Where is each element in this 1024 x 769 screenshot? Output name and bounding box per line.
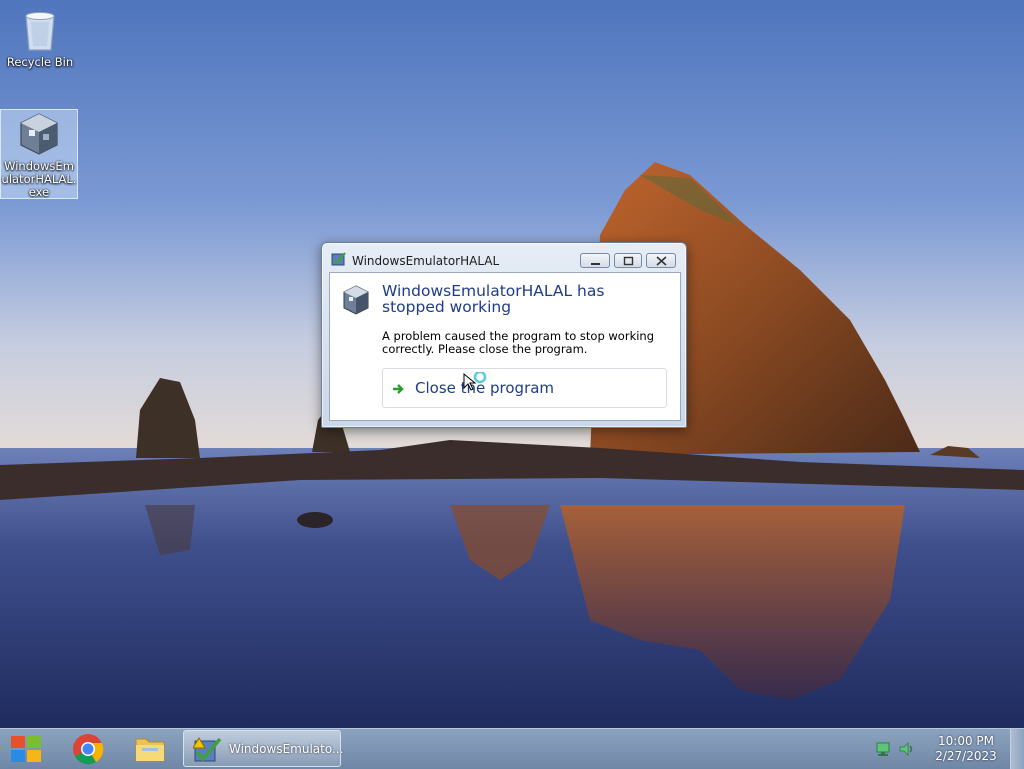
busy-cursor-icon xyxy=(462,370,492,394)
start-button[interactable] xyxy=(8,734,44,764)
volume-icon[interactable] xyxy=(898,741,916,757)
close-icon xyxy=(656,256,667,266)
app-warning-title-icon xyxy=(331,251,347,267)
start-logo-icon xyxy=(11,736,41,762)
maximize-icon xyxy=(623,256,634,266)
show-desktop-button[interactable] xyxy=(1010,729,1024,769)
app-warning-task-icon xyxy=(192,736,223,764)
desktop-icon-recycle-bin[interactable]: Recycle Bin xyxy=(2,6,78,69)
dialog-heading: WindowsEmulatorHALAL has stopped working xyxy=(382,282,605,316)
dialog-title: WindowsEmulatorHALAL xyxy=(352,254,500,268)
close-button[interactable] xyxy=(646,253,676,268)
taskbar: WindowsEmulato... 10:00 PM 2/27/2023 xyxy=(0,728,1024,769)
dialog-titlebar[interactable]: WindowsEmulatorHALAL xyxy=(322,243,686,271)
network-icon[interactable] xyxy=(875,741,891,757)
dialog-content: WindowsEmulatorHALAL has stopped working… xyxy=(329,272,681,421)
file-explorer-icon xyxy=(135,738,165,762)
recycle-bin-icon xyxy=(16,6,64,54)
recycle-bin-label: Recycle Bin xyxy=(6,55,74,69)
dialog-description: A problem caused the program to stop wor… xyxy=(382,329,655,356)
chrome-taskbar-button[interactable] xyxy=(71,733,105,765)
virtualbox-cube-icon xyxy=(15,110,63,158)
chrome-icon xyxy=(73,734,104,765)
virtualbox-cube-icon xyxy=(342,284,370,316)
windowsemulatorhalal-label: WindowsEmulatorHALAL.exe xyxy=(1,159,77,199)
close-program-button[interactable]: Close the program xyxy=(382,368,667,408)
file-explorer-taskbar-button[interactable] xyxy=(133,733,167,765)
error-dialog: WindowsEmulatorHALAL WindowsEmulatorHALA… xyxy=(321,242,687,428)
desktop-icon-windowsemulatorhalal[interactable]: WindowsEmulatorHALAL.exe xyxy=(0,109,78,199)
system-clock[interactable]: 10:00 PM 2/27/2023 xyxy=(926,734,1006,764)
clock-date: 2/27/2023 xyxy=(935,749,997,763)
minimize-icon xyxy=(591,263,600,265)
maximize-button[interactable] xyxy=(614,253,642,268)
clock-time: 10:00 PM xyxy=(938,734,994,748)
task-windowsemulatorhalal[interactable]: WindowsEmulato... xyxy=(183,730,344,767)
minimize-button[interactable] xyxy=(580,253,610,268)
green-arrow-icon xyxy=(392,382,406,396)
task-label: WindowsEmulato... xyxy=(229,742,344,756)
